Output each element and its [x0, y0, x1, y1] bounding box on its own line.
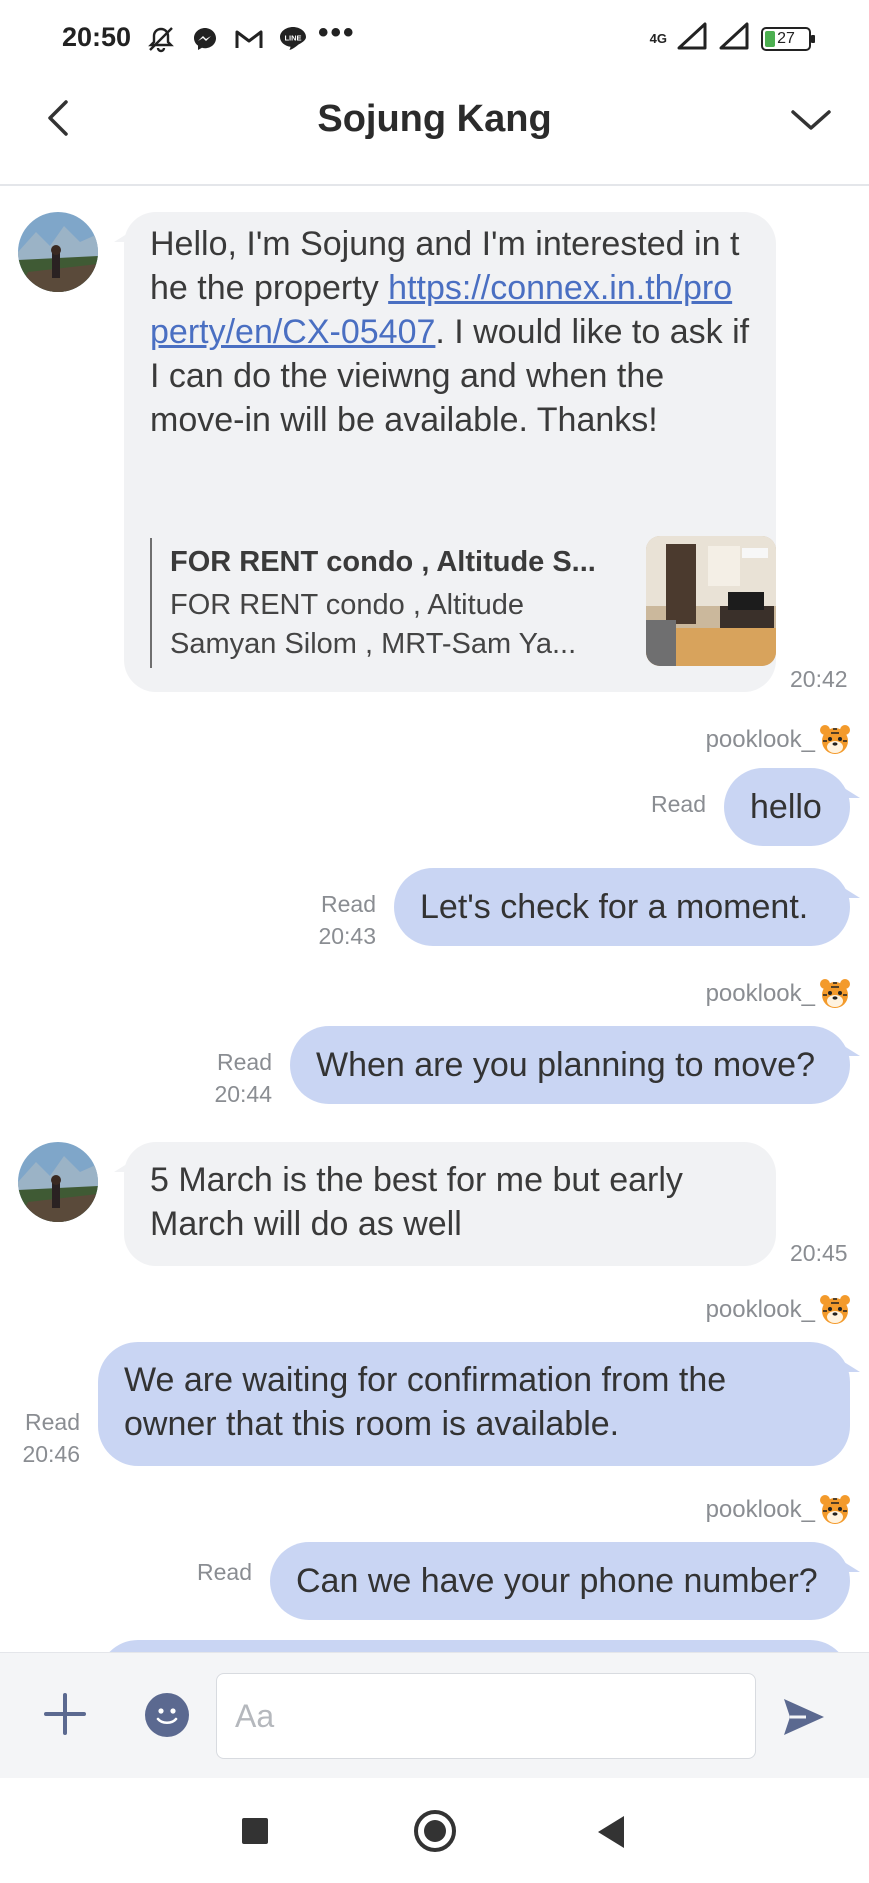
- preview-title: FOR RENT condo , Altitude S...: [170, 546, 596, 578]
- gmail-icon: [234, 24, 264, 54]
- message-time: 20:44: [214, 1081, 272, 1107]
- battery-level: 27: [777, 29, 795, 47]
- message-text: We are waiting for confirmation from the…: [124, 1361, 727, 1443]
- page-title: Sojung Kang: [317, 98, 552, 140]
- read-label: Read: [217, 1049, 272, 1075]
- sender-label: pooklook_: [705, 726, 815, 753]
- sender-label: pooklook_: [705, 1296, 815, 1323]
- read-label: Read: [25, 1409, 80, 1435]
- message-time: 20:45: [790, 1240, 848, 1266]
- chat-header: Sojung Kang: [0, 78, 869, 186]
- sender-name: pooklook_: [706, 1494, 851, 1526]
- plus-icon[interactable]: [44, 1693, 86, 1735]
- recent-apps-icon[interactable]: [242, 1818, 268, 1844]
- message-text: Can we have your phone number?: [296, 1562, 818, 1600]
- preview-divider: [150, 538, 152, 668]
- message-text: Let's check for a moment.: [420, 888, 809, 926]
- outgoing-message[interactable]: Can we have your phone number?: [270, 1542, 860, 1620]
- avatar[interactable]: [18, 1142, 98, 1222]
- system-back-icon[interactable]: [598, 1816, 624, 1848]
- read-receipt: Read: [651, 791, 706, 817]
- sender-name: pooklook_: [706, 1294, 851, 1326]
- message-list[interactable]: Hello, I'm Sojung and I'm interested in …: [0, 188, 869, 1652]
- preview-description: FOR RENT condo , Altitude Samyan Silom ,…: [170, 589, 577, 660]
- preview-thumbnail: [646, 536, 776, 666]
- notifications-off-icon: [146, 24, 176, 54]
- message-text: hello: [750, 788, 822, 826]
- status-bar: 20:50 LINE ••• 4G 27: [0, 0, 869, 78]
- sender-label: pooklook_: [705, 980, 815, 1007]
- read-receipt: Read 20:44: [186, 1046, 272, 1110]
- incoming-message[interactable]: Hello, I'm Sojung and I'm interested in …: [114, 212, 776, 692]
- more-notifications-icon: •••: [318, 16, 356, 49]
- incoming-message[interactable]: 5 March is the best for me but early Mar…: [114, 1142, 776, 1266]
- read-receipt: Read: [197, 1559, 252, 1585]
- tiger-avatar-icon: [820, 979, 850, 1008]
- network-type: 4G: [649, 30, 667, 46]
- message-text: When are you planning to move?: [316, 1046, 815, 1084]
- read-receipt: Read 20:43: [290, 888, 376, 952]
- line-icon: LINE: [278, 24, 308, 54]
- outgoing-message[interactable]: When are you planning to move?: [290, 1026, 860, 1104]
- composer-bar: [0, 1652, 869, 1778]
- link-preview-card[interactable]: FOR RENT condo , Altitude S... FOR RENT …: [150, 536, 776, 668]
- message-time: 20:42: [790, 666, 848, 692]
- battery-icon: 27: [761, 26, 815, 51]
- read-receipt: Read 20:46: [0, 1406, 80, 1470]
- outgoing-message[interactable]: hello: [724, 768, 860, 846]
- message-input[interactable]: [216, 1673, 756, 1759]
- send-icon[interactable]: [780, 1693, 828, 1741]
- message-text: 5 March is the best for me but early Mar…: [150, 1161, 683, 1243]
- outgoing-message[interactable]: Let's check for a moment.: [394, 868, 860, 946]
- outgoing-message[interactable]: We are waiting for confirmation from the…: [98, 1342, 860, 1466]
- svg-text:LINE: LINE: [284, 34, 301, 43]
- signal-icon: [719, 22, 751, 55]
- message-text: Hello, I'm Sojung and I'm interested in …: [150, 222, 750, 442]
- avatar[interactable]: [18, 212, 98, 292]
- system-navigation-bar: [0, 1778, 869, 1883]
- signal-icon: [677, 22, 709, 55]
- tiger-avatar-icon: [820, 725, 850, 754]
- message-time: 20:46: [22, 1441, 80, 1467]
- sender-name: pooklook_: [706, 724, 851, 756]
- system-status: 4G 27: [649, 22, 815, 55]
- tiger-avatar-icon: [820, 1495, 850, 1524]
- chevron-down-icon[interactable]: [789, 100, 833, 140]
- status-time: 20:50: [62, 22, 132, 52]
- sender-label: pooklook_: [705, 1496, 815, 1523]
- notification-icons: LINE: [146, 24, 308, 54]
- messenger-icon: [190, 24, 220, 54]
- sender-name: pooklook_: [706, 978, 851, 1010]
- message-time: 20:43: [318, 923, 376, 949]
- read-label: Read: [321, 891, 376, 917]
- tiger-avatar-icon: [820, 1295, 850, 1324]
- home-icon[interactable]: [414, 1810, 456, 1852]
- emoji-icon[interactable]: [145, 1693, 189, 1737]
- outgoing-message[interactable]: [98, 1640, 850, 1652]
